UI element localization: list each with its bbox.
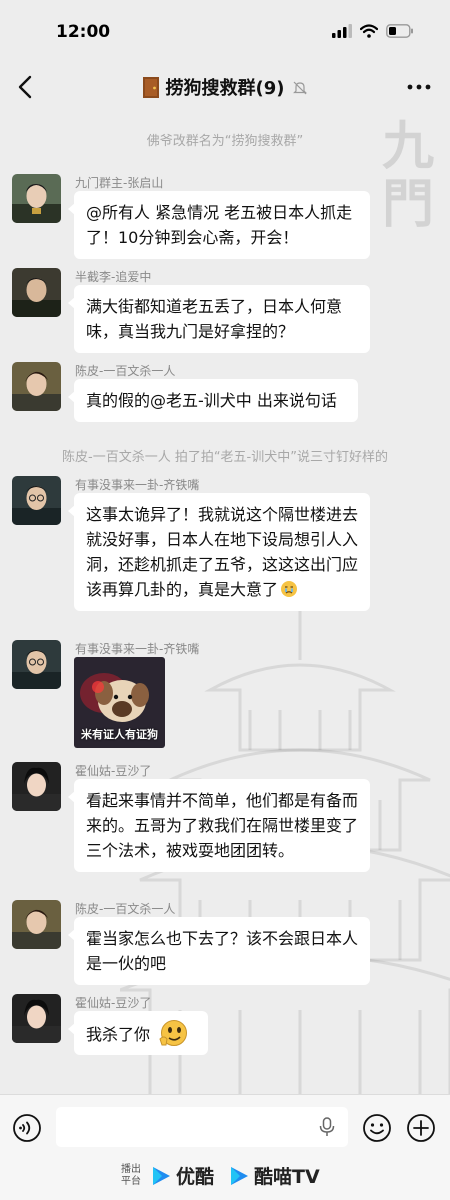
status-time: 12:00 [56, 22, 111, 42]
message-bubble[interactable]: @所有人 紧急情况 老五被日本人抓走了！10分钟到会心斋，开会！ [68, 191, 370, 259]
sender-name: 陈皮-一百文杀一人 [75, 902, 176, 916]
message-bubble[interactable]: 真的假的@老五-训犬中 出来说句话 [68, 379, 358, 422]
sender-name: 有事没事来一卦-齐铁嘴 [75, 642, 200, 656]
door-emoji-icon [142, 77, 159, 98]
avatar[interactable] [12, 476, 61, 525]
message-input[interactable] [56, 1107, 348, 1147]
chat-message: 有事没事来一卦-齐铁嘴 这事太诡异了！我就说这个隔世楼进去就没好事，日本人在地下… [12, 476, 432, 626]
message-text: 我杀了你 [86, 1025, 151, 1044]
sender-name: 半截李-追爱中 [75, 270, 152, 284]
input-bar [0, 1094, 450, 1156]
avatar[interactable] [12, 900, 61, 949]
chat-title-text: 捞狗搜救群(9) [165, 78, 285, 99]
avatar[interactable] [12, 994, 61, 1043]
wifi-icon [360, 24, 378, 38]
battery-icon [386, 24, 413, 38]
system-message: 佛爷改群名为“捞狗搜救群” [146, 134, 304, 149]
more-options-icon[interactable] [406, 76, 432, 98]
sender-name: 九门群主-张启山 [75, 176, 164, 190]
sender-name: 有事没事来一卦-齐铁嘴 [75, 478, 200, 492]
kumiao-play-icon [231, 1166, 249, 1185]
chat-message: 半截李-追爱中 满大街都知道老五丢了，日本人何意味，真当我九门是好拿捏的？ [12, 268, 432, 358]
avatar[interactable] [12, 268, 61, 317]
chat-message: 九门群主-张启山 @所有人 紧急情况 老五被日本人抓走了！10分钟到会心斋，开会… [12, 174, 432, 264]
sender-name: 陈皮-一百文杀一人 [75, 364, 176, 378]
youku-brand-text: 优酷 [176, 1166, 215, 1188]
image-message[interactable]: 米有证人有证狗 [74, 657, 165, 748]
chat-message: 有事没事来一卦-齐铁嘴 米有证人有证狗 [12, 640, 432, 752]
message-bubble[interactable]: 看起来事情并不简单，他们都是有备而来的。五哥为了救我们在隔世楼里变了三个法术，被… [68, 779, 370, 872]
sender-name: 霍仙姑-豆沙了 [75, 996, 152, 1010]
avatar[interactable] [12, 640, 61, 689]
avatar[interactable] [12, 174, 61, 223]
chat-title: 捞狗搜救群(9) [0, 74, 450, 100]
broadcast-footer: 播出平台 优酷 酷喵TV [0, 1156, 450, 1200]
youku-play-icon [153, 1166, 170, 1185]
microphone-icon[interactable] [318, 1117, 336, 1137]
emoji-icon[interactable] [362, 1113, 392, 1143]
chat-message: 陈皮-一百文杀一人 真的假的@老五-训犬中 出来说句话 [12, 362, 432, 432]
image-caption: 米有证人有证狗 [81, 728, 158, 741]
status-bar: 12:00 [0, 0, 450, 60]
crying-emoji-icon [281, 581, 298, 597]
kumiao-logo: 酷喵TV [228, 1162, 320, 1189]
avatar[interactable] [12, 362, 61, 411]
message-bubble[interactable]: 这事太诡异了！我就说这个隔世楼进去就没好事，日本人在地下设局想引人入洞，还趁机抓… [68, 493, 370, 611]
chat-message: 霍仙姑-豆沙了 我杀了你 [12, 994, 432, 1064]
sender-name: 霍仙姑-豆沙了 [75, 764, 152, 778]
smirk-emoji-icon [159, 1020, 188, 1046]
message-bubble[interactable]: 我杀了你 [68, 1011, 208, 1055]
broadcast-label: 播出平台 [121, 1163, 141, 1187]
message-bubble[interactable]: 霍当家怎么也下去了？该不会跟日本人是一伙的吧 [68, 917, 370, 985]
message-bubble[interactable]: 满大街都知道老五丢了，日本人何意味，真当我九门是好拿捏的？ [68, 285, 370, 353]
status-icons [332, 24, 414, 38]
signal-icon [332, 24, 352, 38]
footer-brands: 播出平台 优酷 酷喵TV [120, 1162, 320, 1189]
avatar[interactable] [12, 762, 61, 811]
voice-input-icon[interactable] [12, 1113, 42, 1143]
system-message: 陈皮-一百文杀一人 拍了拍“老五-训犬中”说三寸钉好样的 [62, 450, 388, 465]
chat-header: 捞狗搜救群(9) [0, 60, 450, 114]
kumiao-brand-text: 酷喵TV [254, 1166, 320, 1188]
youku-logo: 优酷 [150, 1162, 214, 1189]
mute-bell-icon [293, 81, 308, 95]
chat-message: 霍仙姑-豆沙了 看起来事情并不简单，他们都是有备而来的。五哥为了救我们在隔世楼里… [12, 762, 432, 892]
message-text: 这事太诡异了！我就说这个隔世楼进去就没好事，日本人在地下设局想引人入洞，还趁机抓… [86, 505, 359, 599]
chat-message: 陈皮-一百文杀一人 霍当家怎么也下去了？该不会跟日本人是一伙的吧 [12, 900, 432, 990]
plus-icon[interactable] [406, 1113, 436, 1143]
